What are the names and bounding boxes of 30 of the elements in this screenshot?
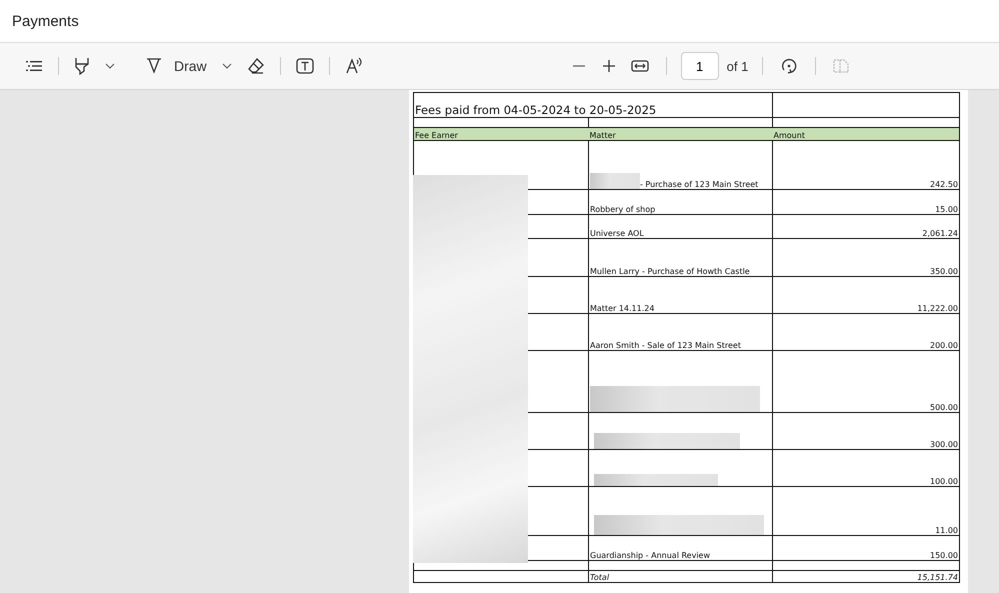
table-cell: Mullen Larry - Purchase of Howth Castle: [590, 267, 750, 276]
column-header: Amount: [774, 131, 805, 140]
table-cell: 500.00: [930, 403, 958, 412]
table-cell: Robbery of shop: [590, 205, 656, 214]
pen-icon: [146, 57, 162, 75]
report-heading: Fees paid from 04-05-2024 to 20-05-2025: [415, 103, 656, 117]
table-cell: 300.00: [930, 440, 958, 449]
column-header: Fee Earner: [415, 131, 458, 140]
table-cell: 350.00: [930, 267, 958, 276]
column-header: Matter: [590, 131, 616, 140]
page-number-field[interactable]: 1: [680, 52, 719, 80]
table-cell: 150.00: [930, 551, 958, 560]
table-cell: Universe AOL: [590, 229, 644, 238]
page-count: of 1: [726, 58, 748, 74]
window-title: Payments: [12, 12, 79, 30]
table-cell: 15.00: [935, 205, 958, 214]
total-amount: 15,151.74: [917, 573, 958, 582]
table-cell: - Purchase of 123 Main Street: [640, 180, 758, 189]
table-cell: 2,061.24: [922, 229, 958, 238]
total-label: Total: [590, 573, 610, 582]
redaction-block: [590, 173, 640, 189]
draw-button[interactable]: Draw: [143, 54, 210, 78]
table-cell: 11,222.00: [917, 304, 958, 313]
table-cell: Guardianship - Annual Review: [590, 551, 710, 560]
table-cell: 200.00: [930, 341, 958, 350]
table-cell: Matter 14.11.24: [590, 304, 654, 313]
table-cell: Aaron Smith - Sale of 123 Main Street: [590, 341, 741, 350]
table-cell: 242.50: [930, 180, 958, 189]
table-cell: 100.00: [930, 477, 958, 486]
table-cell: 11.00: [935, 526, 958, 535]
